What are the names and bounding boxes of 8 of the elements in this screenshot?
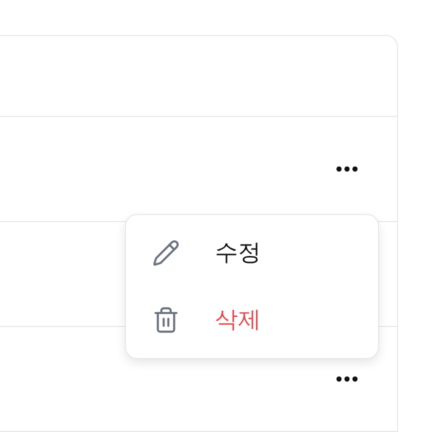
menu-item-label: 삭제 [215, 306, 261, 334]
edit-menu-item[interactable]: 수정 [126, 220, 378, 286]
more-icon[interactable] [336, 166, 358, 172]
more-icon[interactable] [336, 376, 358, 382]
trash-icon [152, 306, 180, 334]
delete-menu-item[interactable]: 삭제 [126, 286, 378, 353]
pencil-icon [152, 239, 180, 268]
menu-item-label: 수정 [215, 239, 261, 268]
